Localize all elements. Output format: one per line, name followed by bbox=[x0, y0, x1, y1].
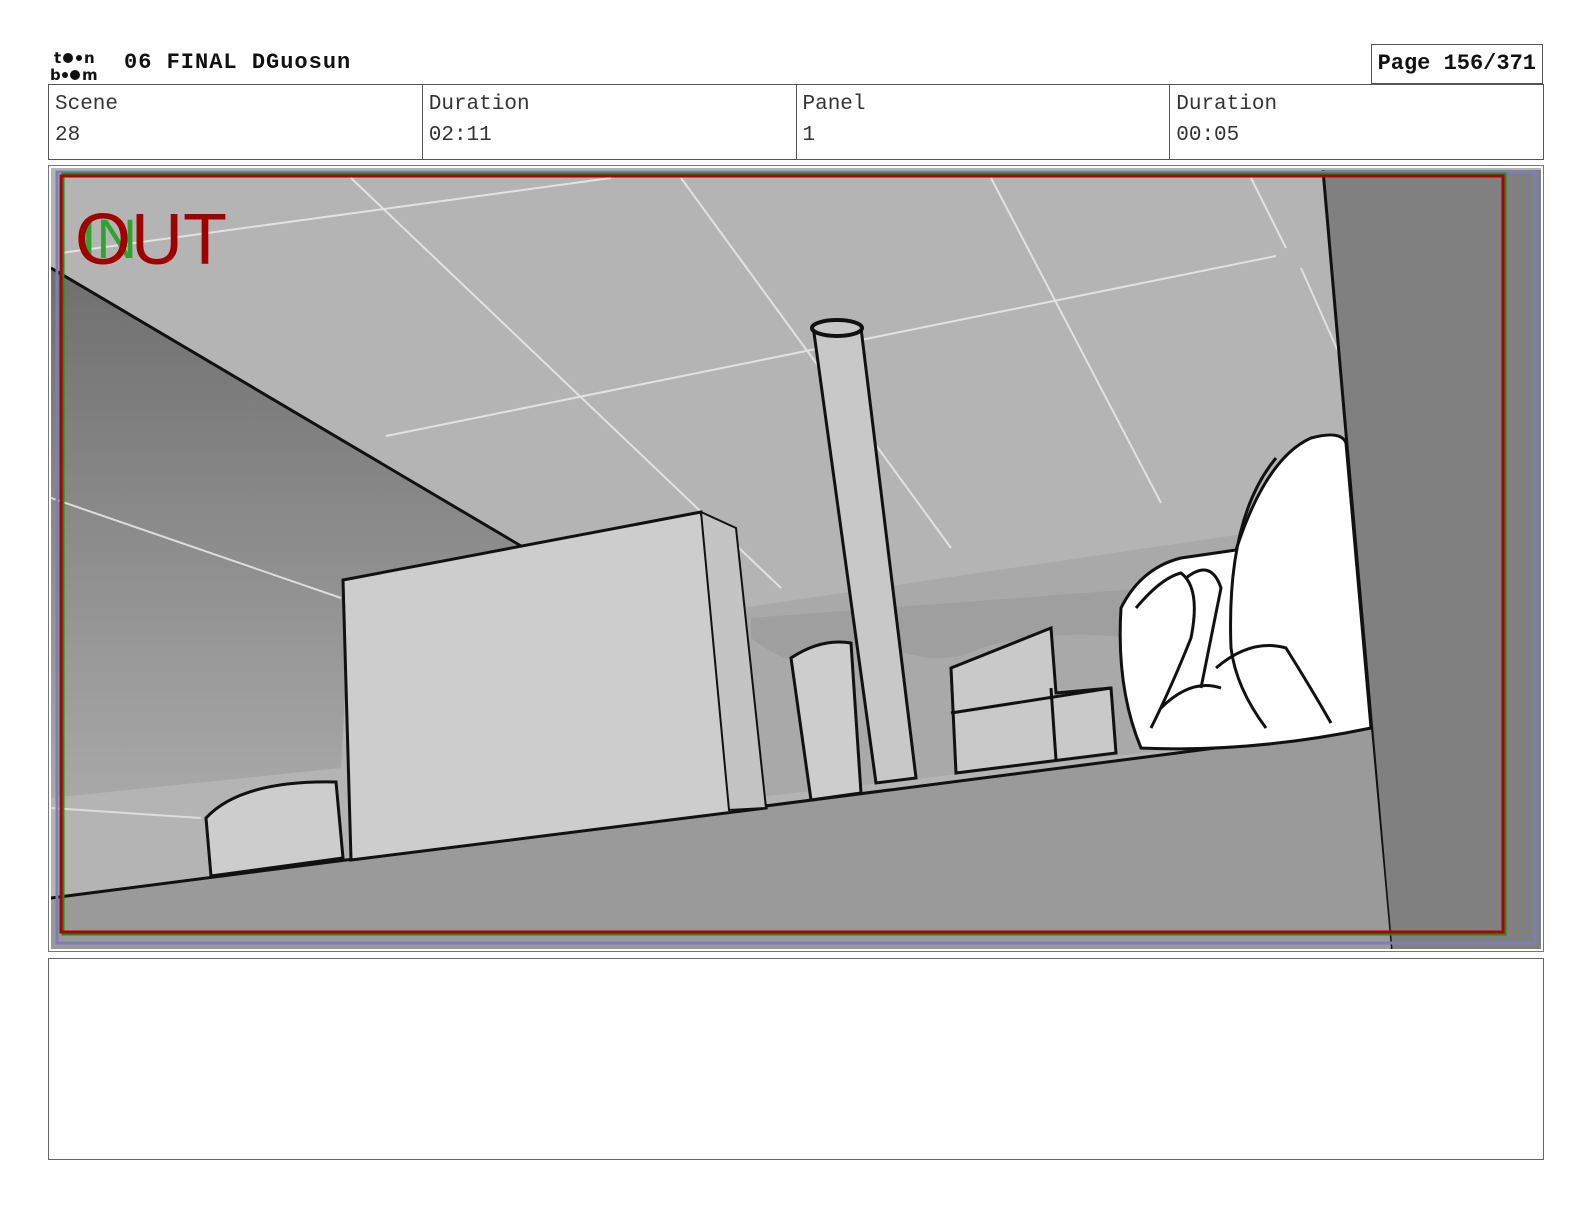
scene-label: Scene bbox=[55, 93, 119, 116]
project-title: 06 FINAL DGuosun bbox=[124, 50, 352, 75]
storyboard-panel: IN OUT bbox=[48, 165, 1544, 952]
panel-value: 1 bbox=[802, 124, 816, 147]
panel-duration-value: 00:05 bbox=[1176, 124, 1240, 147]
toon-boom-logo-icon: t n b m bbox=[50, 49, 98, 82]
scene-value: 28 bbox=[55, 124, 81, 147]
scene-cell: Scene 28 bbox=[49, 85, 423, 159]
scene-info-table: Scene 28 Duration 02:11 Panel 1 Duration… bbox=[48, 84, 1544, 160]
out-marker: OUT bbox=[75, 200, 227, 280]
page-header: t n b m 06 FINAL DGuosun Page 156/371 bbox=[48, 44, 1543, 84]
svg-text:t: t bbox=[54, 49, 61, 67]
svg-text:b: b bbox=[50, 66, 61, 82]
scene-duration-label: Duration bbox=[428, 93, 530, 116]
panel-cell: Panel 1 bbox=[797, 85, 1171, 159]
panel-label: Panel bbox=[802, 93, 866, 116]
scene-duration-cell: Duration 02:11 bbox=[423, 85, 797, 159]
panel-sketch: IN OUT bbox=[51, 168, 1541, 949]
panel-duration-label: Duration bbox=[1176, 93, 1278, 116]
panel-notes bbox=[48, 958, 1544, 1160]
svg-text:m: m bbox=[82, 66, 98, 82]
svg-text:n: n bbox=[84, 49, 95, 67]
page-number: Page 156/371 bbox=[1370, 44, 1543, 84]
panel-duration-cell: Duration 00:05 bbox=[1170, 85, 1543, 159]
scene-duration-value: 02:11 bbox=[428, 124, 492, 147]
